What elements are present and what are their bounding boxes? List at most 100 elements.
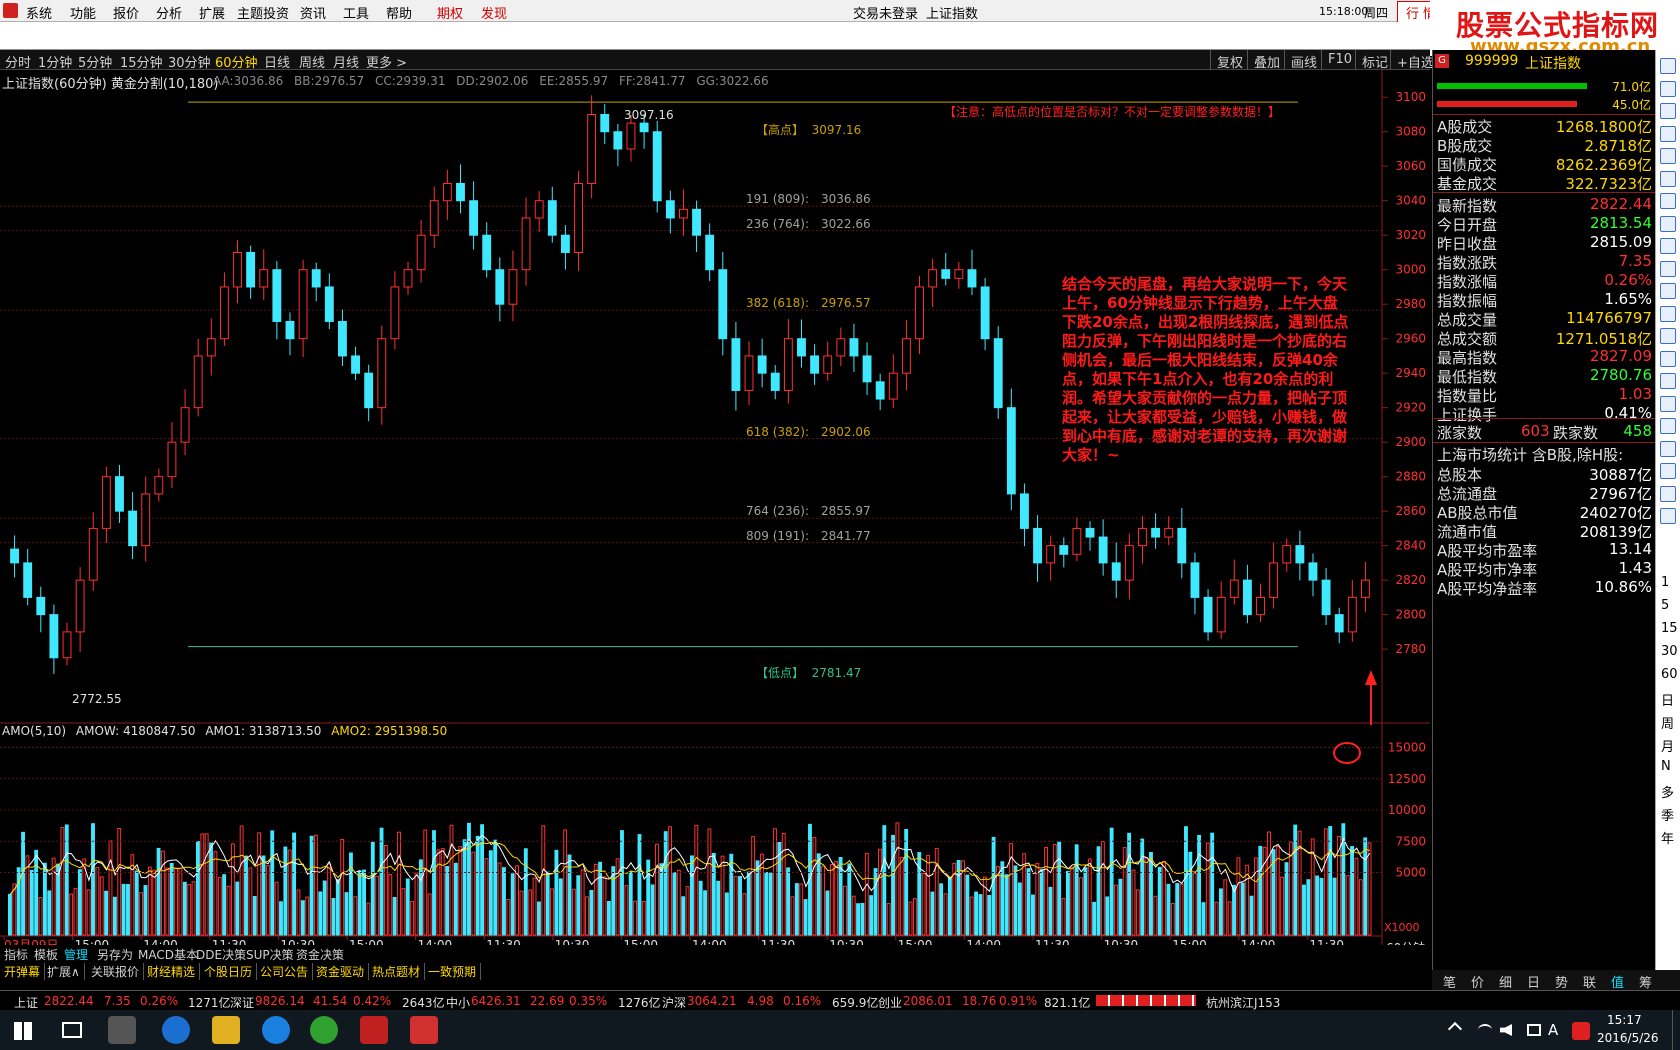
sogou-icon[interactable]	[1572, 1022, 1590, 1040]
menu-item-function[interactable]: 功能	[70, 3, 96, 22]
tf-1min[interactable]: 1分钟	[38, 52, 72, 71]
sidebar-period-button[interactable]: 年	[1661, 828, 1674, 847]
toolbar-tool-icon[interactable]	[1660, 305, 1676, 322]
sidebar-period-button[interactable]: 1	[1661, 575, 1669, 590]
tf-30min[interactable]: 30分钟	[168, 52, 211, 71]
toolbar-tool-icon[interactable]	[1660, 260, 1676, 277]
tab-announcement[interactable]: 公司公告	[260, 963, 314, 980]
address-bar[interactable]	[0, 22, 1430, 50]
tf-timeshare[interactable]: 分时	[5, 52, 31, 71]
network-icon[interactable]	[1478, 1024, 1492, 1036]
tab-consensus[interactable]: 一致预期	[428, 963, 482, 980]
toolbar-tool-icon[interactable]	[1660, 508, 1676, 524]
tab-hot-topics[interactable]: 热点题材	[372, 963, 426, 980]
zx-label[interactable]: 中小	[446, 994, 470, 1011]
tab-danmaku[interactable]: 开弹幕	[4, 963, 46, 980]
tf-monthly[interactable]: 月线	[333, 52, 359, 71]
tab-fund[interactable]: 资金决策	[296, 946, 344, 963]
tab-detail[interactable]: 细	[1499, 972, 1512, 991]
toolbar-tool-icon[interactable]	[1660, 238, 1676, 254]
sidebar-period-button[interactable]: 周	[1661, 713, 1674, 732]
toolbar-tool-icon[interactable]	[1660, 485, 1676, 502]
sidebar-period-button[interactable]: 5	[1661, 598, 1669, 613]
sidebar-period-button[interactable]: 日	[1661, 690, 1674, 709]
tab-capital-drive[interactable]: 资金驱动	[316, 963, 370, 980]
toolbar-tool-icon[interactable]	[1660, 103, 1676, 119]
tf-more[interactable]: 更多 >	[366, 52, 407, 71]
toolbar-tool-icon[interactable]	[1660, 463, 1676, 479]
notification-icon[interactable]	[1527, 1024, 1541, 1036]
tab-trend[interactable]: 势	[1555, 972, 1568, 991]
sidebar-period-button[interactable]: 月	[1661, 736, 1674, 755]
toolbar-tool-icon[interactable]	[1660, 170, 1676, 187]
tab-sup[interactable]: SUP决策	[246, 946, 294, 963]
toolbar-tool-icon[interactable]	[1660, 328, 1676, 344]
tab-link[interactable]: 联	[1583, 972, 1596, 991]
hs-label[interactable]: 沪深	[662, 994, 686, 1011]
tf-daily[interactable]: 日线	[264, 52, 290, 71]
sidebar-period-button[interactable]: N	[1661, 759, 1671, 774]
stock-app2-icon[interactable]	[410, 1016, 438, 1044]
tab-indicator[interactable]: 指标	[4, 946, 28, 963]
show-desktop-button[interactable]	[1672, 1010, 1680, 1050]
toolbar-tool-icon[interactable]	[1660, 350, 1676, 367]
kline-chart[interactable]: 3100 3080 3060 3040 3020 3000 2980 2960 2940 2920…	[0, 70, 1430, 945]
menu-item-options[interactable]: 期权	[437, 3, 463, 22]
app-s-icon[interactable]	[108, 1016, 136, 1044]
tf-15min[interactable]: 15分钟	[120, 52, 163, 71]
toolbar-tool-icon[interactable]	[1660, 193, 1676, 209]
tab-extend[interactable]: 扩展∧	[47, 963, 85, 980]
tab-finance-picks[interactable]: 财经精选	[147, 963, 201, 980]
overlay-button[interactable]: 叠加	[1247, 50, 1286, 71]
tab-macd[interactable]: MACD基本	[138, 946, 198, 963]
task-view-icon[interactable]	[62, 1022, 82, 1038]
menu-item-discover[interactable]: 发现	[481, 3, 507, 22]
toolbar-tool-icon[interactable]	[1660, 125, 1676, 142]
toolbar-tool-icon[interactable]	[1660, 283, 1676, 299]
menu-item-theme[interactable]: 主题投资	[237, 3, 289, 22]
chart-area[interactable]: 3100 3080 3060 3040 3020 3000 2980 2960 2940 2920…	[0, 70, 1450, 970]
tab-value[interactable]: 值	[1611, 972, 1624, 991]
sidebar-period-button[interactable]: 季	[1661, 805, 1674, 824]
sh-label[interactable]: 上证	[14, 994, 38, 1011]
menu-item-extend[interactable]: 扩展	[199, 3, 225, 22]
app-icon[interactable]	[3, 3, 18, 18]
toolbar-tool-icon[interactable]	[1660, 395, 1676, 412]
login-status[interactable]: 交易未登录	[853, 3, 918, 22]
sidebar-period-button[interactable]: 多	[1661, 782, 1674, 801]
tab-trades[interactable]: 笔	[1443, 972, 1456, 991]
tab-day[interactable]: 日	[1527, 972, 1540, 991]
menu-item-analysis[interactable]: 分析	[156, 3, 182, 22]
ime-indicator[interactable]: A	[1548, 1021, 1558, 1039]
folder-icon[interactable]	[212, 1016, 240, 1044]
sidebar-period-button[interactable]: 60	[1661, 667, 1678, 682]
toolbar-tool-icon[interactable]	[1660, 215, 1676, 232]
start-icon[interactable]	[14, 1022, 32, 1040]
toolbar-tool-icon[interactable]	[1660, 148, 1676, 164]
stock-app-icon[interactable]	[360, 1016, 388, 1044]
volume-icon[interactable]	[1500, 1024, 1512, 1036]
mark-button[interactable]: 标记	[1355, 50, 1394, 71]
edge-icon[interactable]	[162, 1016, 190, 1044]
server-name[interactable]: 杭州滨江J153	[1206, 994, 1280, 1011]
f10-button[interactable]: F10	[1321, 50, 1358, 70]
sidebar-period-button[interactable]: 15	[1661, 621, 1678, 636]
tab-template[interactable]: 模板	[34, 946, 58, 963]
k-app-icon[interactable]	[262, 1016, 290, 1044]
tab-related-quote[interactable]: 关联报价	[91, 963, 145, 980]
toolbar-tool-icon[interactable]	[1660, 373, 1676, 389]
toolbar-tool-icon[interactable]	[1660, 418, 1676, 434]
restore-rights-button[interactable]: 复权	[1210, 50, 1249, 71]
menu-item-system[interactable]: 系统	[26, 3, 52, 22]
tab-price[interactable]: 价	[1471, 972, 1484, 991]
browser-icon[interactable]	[310, 1016, 338, 1044]
tray-chevron-icon[interactable]	[1447, 1021, 1463, 1037]
toolbar-tool-icon[interactable]	[1660, 440, 1676, 457]
tab-chips[interactable]: 筹	[1639, 972, 1652, 991]
tf-60min[interactable]: 60分钟	[215, 52, 258, 71]
sz-label[interactable]: 深证	[230, 994, 254, 1011]
draw-line-button[interactable]: 画线	[1284, 50, 1323, 71]
tab-manage[interactable]: 管理	[64, 946, 88, 963]
sidebar-period-button[interactable]: 30	[1661, 644, 1678, 659]
tab-dde[interactable]: DDE决策	[196, 946, 246, 963]
